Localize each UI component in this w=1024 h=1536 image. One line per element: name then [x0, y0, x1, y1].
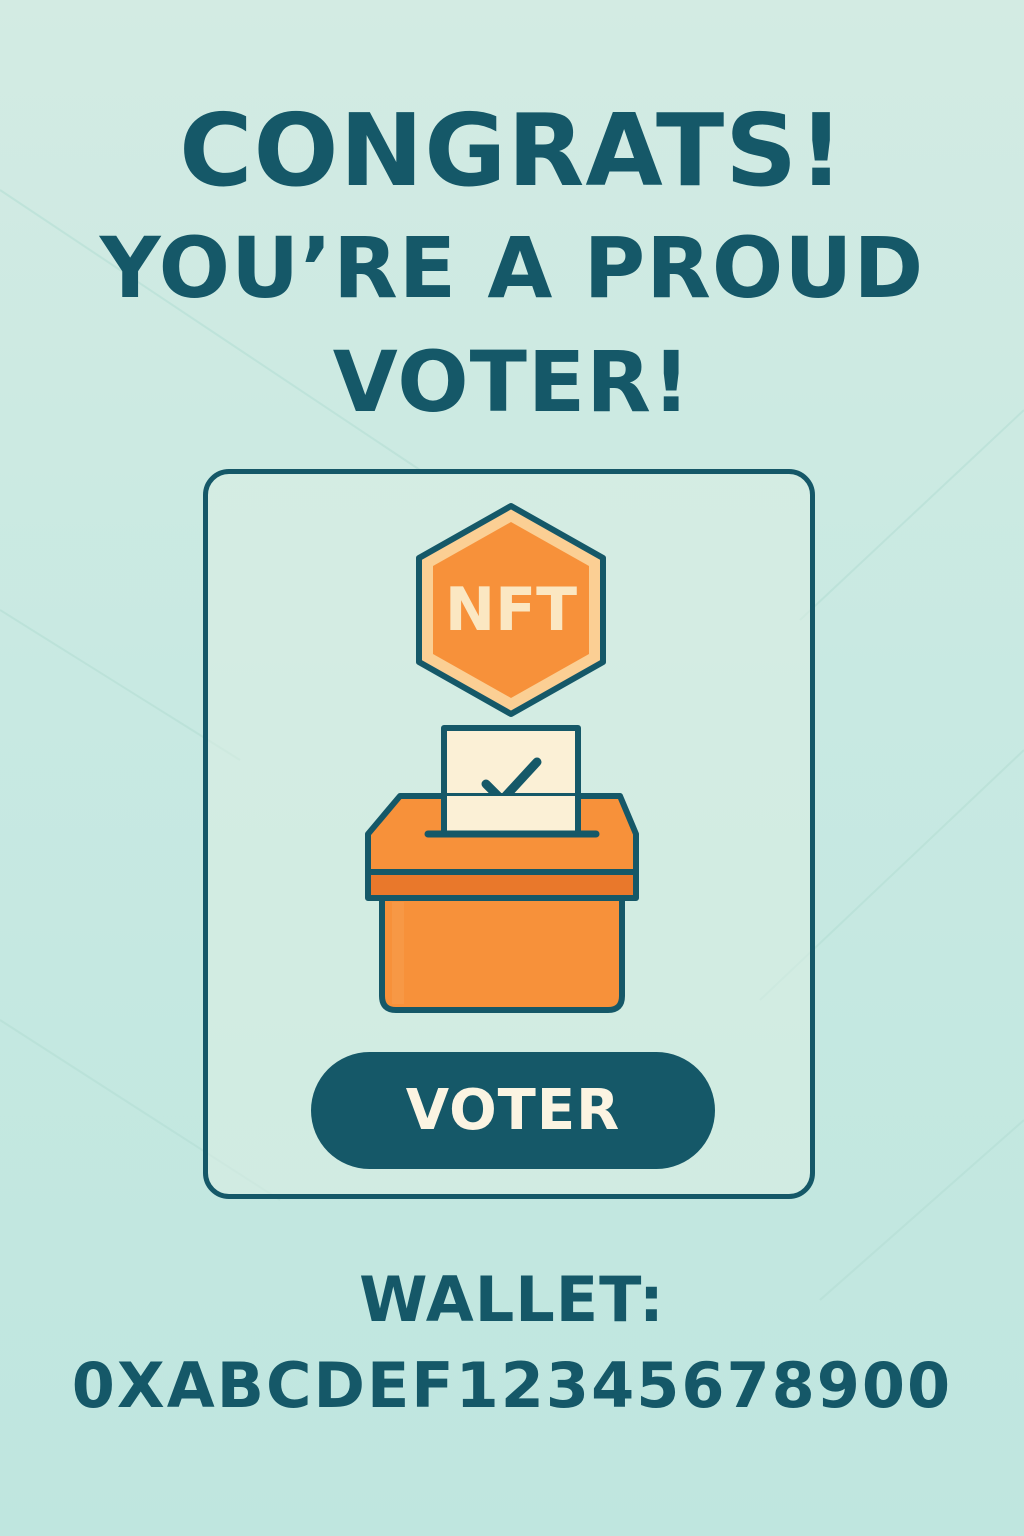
wallet-label: WALLET: — [359, 1263, 665, 1336]
wallet-address: 0XABCDEF12345678900 — [71, 1349, 953, 1422]
headline-proud: YOU’RE A PROUD — [99, 219, 925, 317]
nft-badge-text: NFT — [445, 575, 577, 645]
voter-badge: VOTER — [311, 1052, 715, 1169]
headline-congrats: CONGRATS! — [179, 92, 845, 209]
ballot-box-icon — [365, 725, 639, 1013]
voter-badge-label: VOTER — [405, 1078, 621, 1143]
headline-voter: VOTER! — [332, 333, 692, 431]
nft-hexagon-icon: NFT — [416, 503, 606, 717]
